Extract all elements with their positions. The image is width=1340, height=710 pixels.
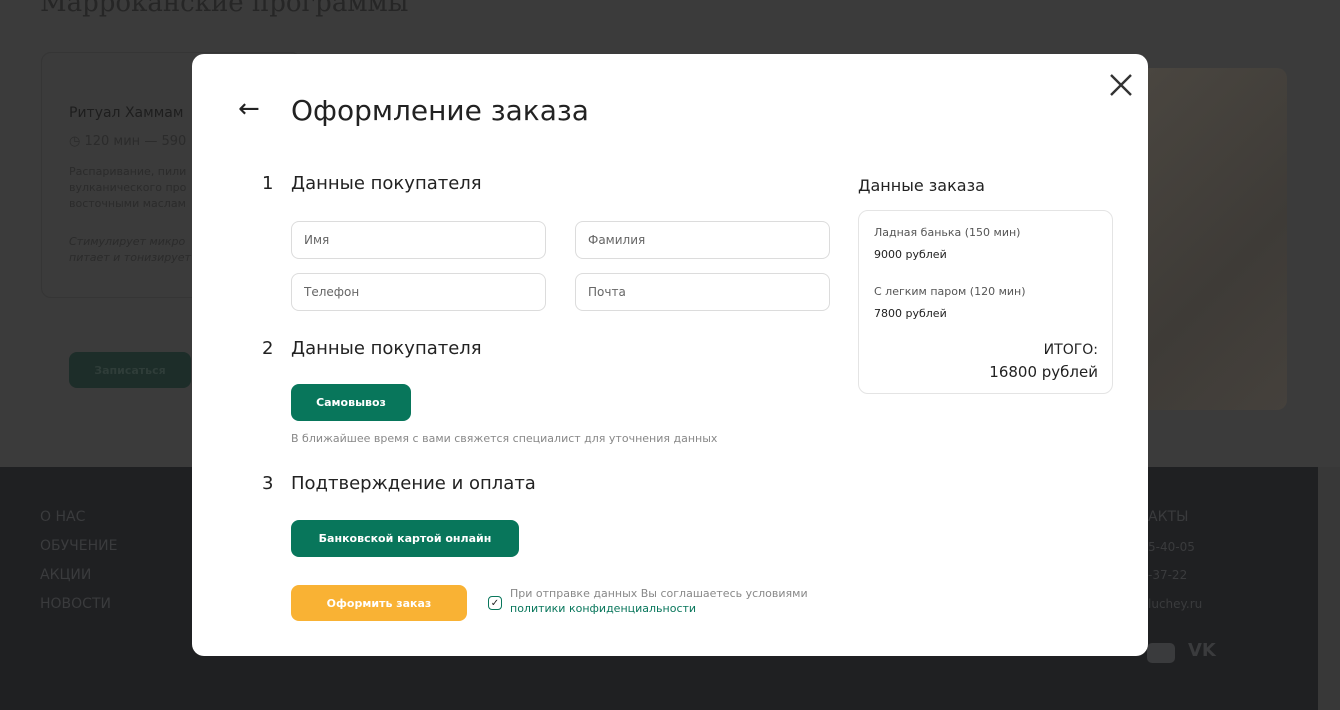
step2-title: Данные покупателя [291,338,482,359]
email-input[interactable] [575,273,830,311]
card-name: Ритуал Хаммам [69,105,184,121]
checkout-modal: ← Оформление заказа 1 Данные покупателя … [192,54,1148,656]
youtube-icon [1147,643,1175,663]
step1-title: Данные покупателя [291,173,482,194]
first-name-input[interactable] [291,221,546,259]
total-label: ИТОГО: [1043,342,1098,358]
step3-title: Подтверждение и оплата [291,473,536,494]
modal-title: Оформление заказа [291,94,589,127]
footer-phone: 5-40-05 [1148,540,1195,554]
desc-line: Распаривание, пили [69,165,187,178]
card-note: Стимулирует микро питает и тонизирует [69,234,191,266]
order-summary-title: Данные заказа [858,176,985,195]
program-photo [1140,68,1287,410]
pickup-button[interactable]: Самовывоз [291,384,411,421]
checkmark-icon: ✓ [490,597,500,609]
order-item-name: Ладная банька (150 мин) [874,226,1021,239]
delivery-hint: В ближайшее время с вами свяжется специа… [291,432,718,445]
book-button: Записаться [69,352,191,388]
clock-icon: ◷ [69,134,85,149]
footer-contacts-title: АКТЫ [1148,509,1189,525]
card-time: ◷ 120 мин — 590 [69,134,186,149]
card-description: Распаривание, пили вулканического про во… [69,164,199,212]
scrollbar [1318,467,1340,710]
note-line: Стимулирует микро [69,235,186,248]
step-number: 2 [262,338,274,359]
footer-link-news: НОВОСТИ [40,596,111,612]
order-item-name: С легким паром (120 мин) [874,285,1026,298]
footer-link-training: ОБУЧЕНИЕ [40,538,118,554]
order-item-price: 7800 рублей [874,307,947,320]
order-summary: Ладная банька (150 мин) 9000 рублей С ле… [858,210,1113,394]
submit-order-button[interactable]: Оформить заказ [291,585,467,621]
agreement-label: При отправке данных Вы соглашаетесь усло… [510,587,808,600]
privacy-policy-link[interactable]: политики конфиденциальности [510,602,696,615]
desc-line: восточными маслам [69,197,186,210]
back-arrow-icon[interactable]: ← [238,94,260,124]
total-amount: 16800 рублей [989,363,1098,381]
footer-phone: -37-22 [1148,568,1188,582]
close-icon[interactable] [1106,70,1136,100]
footer-email: luchey.ru [1148,597,1203,611]
step-number: 3 [262,473,274,494]
order-item-price: 9000 рублей [874,248,947,261]
card-time-text: 120 мин — 590 [84,134,187,149]
agreement-checkbox[interactable]: ✓ [488,596,502,610]
last-name-input[interactable] [575,221,830,259]
section-title: Марроканские программы [40,0,409,18]
vk-icon: VK [1188,640,1216,661]
card-payment-button[interactable]: Банковской картой онлайн [291,520,519,557]
note-line: питает и тонизирует [69,251,191,264]
desc-line: вулканического про [69,181,187,194]
footer-link-about: О НАС [40,509,86,525]
phone-input[interactable] [291,273,546,311]
footer-link-promos: АКЦИИ [40,567,92,583]
step-number: 1 [262,173,274,194]
agreement-text: При отправке данных Вы соглашаетесь усло… [510,586,808,616]
